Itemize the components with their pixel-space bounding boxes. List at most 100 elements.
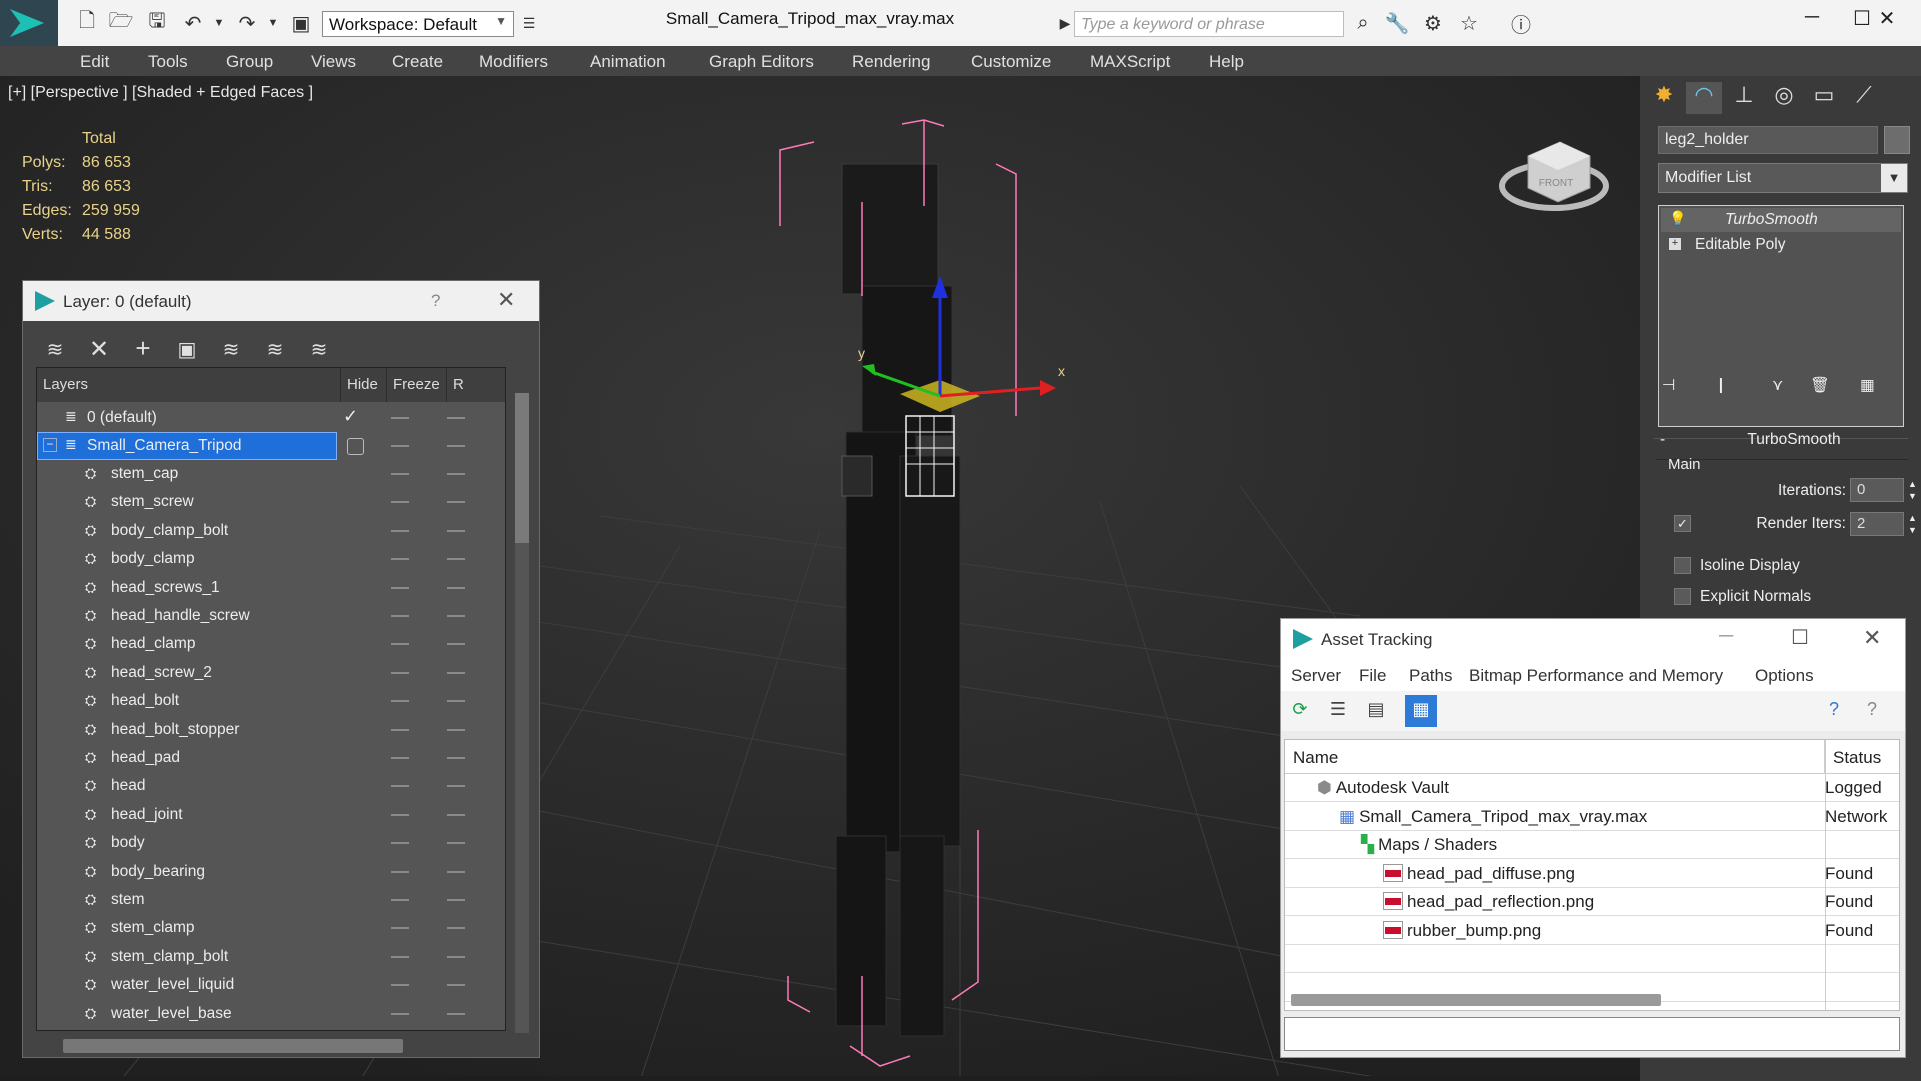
hide-toggle[interactable] xyxy=(391,870,409,873)
layer-object-row[interactable]: ⛭ head xyxy=(37,772,505,800)
redo-dropdown-icon[interactable]: ▼ xyxy=(260,10,286,36)
layer-object-row[interactable]: ⛭ stem xyxy=(37,886,505,914)
menu-maxscript[interactable]: MAXScript xyxy=(1090,52,1170,72)
layer-object-row[interactable]: ⛭ water_level_liquid xyxy=(37,971,505,999)
maximize-button[interactable]: ☐ xyxy=(1791,625,1809,650)
app-menu-button[interactable] xyxy=(0,0,58,46)
rollout-title[interactable]: TurboSmooth xyxy=(1724,431,1864,449)
column-header-name[interactable]: Name xyxy=(1285,740,1825,774)
menu-tools[interactable]: Tools xyxy=(148,52,188,72)
asset-row[interactable]: ▦ Small_Camera_Tripod_max_vray.max Network xyxy=(1285,803,1899,831)
hide-toggle[interactable] xyxy=(391,501,409,504)
hide-toggle[interactable] xyxy=(391,643,409,646)
asset-menu-options[interactable]: Options xyxy=(1755,666,1814,686)
hide-toggle[interactable] xyxy=(391,671,409,674)
render-iters-checkbox[interactable]: ✓ xyxy=(1674,515,1691,532)
freeze-toggle[interactable] xyxy=(447,586,465,589)
search-input[interactable]: Type a keyword or phrase xyxy=(1074,11,1344,37)
freeze-toggle[interactable] xyxy=(447,417,465,419)
layer-object-row[interactable]: ⛭ stem_clamp_bolt xyxy=(37,943,505,971)
menu-help[interactable]: Help xyxy=(1209,52,1244,72)
column-header-status[interactable]: Status xyxy=(1825,740,1899,774)
layer-object-row[interactable]: ⛭ head_bolt xyxy=(37,687,505,715)
spinner-arrows-icon[interactable]: ▲ ▼ xyxy=(1908,478,1917,502)
create-tab-icon[interactable]: ✸ xyxy=(1646,82,1682,114)
menu-group[interactable]: Group xyxy=(226,52,273,72)
freeze-toggle[interactable] xyxy=(447,984,465,987)
subscription-icon[interactable]: ⚙ xyxy=(1420,10,1446,36)
close-button[interactable]: ✕ xyxy=(1862,6,1912,36)
freeze-toggle[interactable] xyxy=(447,501,465,504)
toolbar-overflow-icon[interactable]: ☰ xyxy=(516,10,542,36)
undo-icon[interactable]: ↶ xyxy=(180,10,206,36)
utilities-tab-icon[interactable]: ⟋ xyxy=(1846,82,1882,114)
freeze-toggle[interactable] xyxy=(447,842,465,845)
close-button[interactable]: ✕ xyxy=(1863,625,1881,651)
layer-object-row[interactable]: ⛭ head_pad xyxy=(37,744,505,772)
hide-toggle[interactable] xyxy=(391,473,409,475)
layer-object-row[interactable]: ⛭ body_clamp_bolt xyxy=(37,517,505,545)
collapse-icon[interactable]: − xyxy=(43,438,57,452)
new-file-icon[interactable]: 🗋 xyxy=(74,10,100,36)
menu-rendering[interactable]: Rendering xyxy=(852,52,930,72)
undo-dropdown-icon[interactable]: ▼ xyxy=(206,10,232,36)
current-layer-check-icon[interactable]: ✓ xyxy=(343,406,358,427)
project-folder-icon[interactable]: ▣ xyxy=(288,10,314,36)
object-color-swatch[interactable] xyxy=(1884,126,1910,154)
hide-toggle[interactable] xyxy=(391,984,409,987)
asset-row[interactable]: rubber_bump.png Found xyxy=(1285,917,1899,945)
freeze-toggle[interactable] xyxy=(447,927,465,930)
layer-object-row[interactable]: ⛭ head_handle_screw xyxy=(37,602,505,630)
column-header-layers[interactable]: Layers xyxy=(37,368,341,402)
hide-toggle[interactable] xyxy=(391,813,409,816)
help-icon[interactable]: ? xyxy=(1821,699,1847,725)
pin-stack-icon[interactable]: ⊣ xyxy=(1662,376,1676,395)
asset-menu-file[interactable]: File xyxy=(1359,666,1386,686)
asset-table-hscroll-thumb[interactable] xyxy=(1291,994,1661,1006)
layer-object-row[interactable]: ⛭ head_clamp xyxy=(37,630,505,658)
make-unique-icon[interactable]: ⋎ xyxy=(1772,376,1783,395)
save-icon[interactable]: 🖫 xyxy=(144,10,170,36)
layer-row-default[interactable]: ≣ 0 (default) ✓ xyxy=(37,404,505,432)
tools-icon[interactable]: 🔧 xyxy=(1384,10,1410,36)
help-icon[interactable]: ⓘ xyxy=(1508,10,1534,37)
hide-toggle[interactable] xyxy=(391,927,409,930)
layer-object-row[interactable]: ⛭ stem_clamp xyxy=(37,914,505,942)
thumbnail-view-icon[interactable]: ▤ xyxy=(1363,699,1389,725)
freeze-toggle[interactable] xyxy=(447,700,465,703)
asset-row[interactable]: ▚ Maps / Shaders xyxy=(1285,831,1899,859)
hide-toggle[interactable] xyxy=(391,558,409,561)
column-header-hide[interactable]: Hide xyxy=(341,368,387,402)
render-iters-spinner[interactable]: 2 xyxy=(1850,512,1904,536)
delete-layer-icon[interactable]: ✕ xyxy=(85,335,113,363)
freeze-all-layers-icon[interactable]: ≋ xyxy=(305,337,333,363)
menu-create[interactable]: Create xyxy=(392,52,443,72)
workspace-dropdown[interactable]: Workspace: Default ▼ xyxy=(322,11,514,37)
motion-tab-icon[interactable]: ◎ xyxy=(1766,82,1802,114)
layer-object-row[interactable]: ⛭ head_screws_1 xyxy=(37,574,505,602)
stack-item-turbosmooth[interactable]: 💡 TurboSmooth xyxy=(1661,208,1901,232)
refresh-icon[interactable]: ⟳ xyxy=(1287,699,1313,725)
rollout-collapse[interactable]: - xyxy=(1660,431,1665,449)
freeze-toggle[interactable] xyxy=(447,813,465,816)
menu-animation[interactable]: Animation xyxy=(590,52,666,72)
minimize-button[interactable]: ─ xyxy=(1790,6,1834,36)
layer-object-row[interactable]: ⛭ stem_cap xyxy=(37,460,505,488)
hide-toggle[interactable] xyxy=(391,417,409,419)
layer-object-row[interactable]: ⛭ water_level_base xyxy=(37,1000,505,1028)
modify-tab-icon[interactable]: ◠ xyxy=(1686,82,1722,114)
asset-menu-server[interactable]: Server xyxy=(1291,666,1341,686)
hide-toggle[interactable] xyxy=(391,1012,409,1015)
layer-object-row[interactable]: ⛭ head_joint xyxy=(37,801,505,829)
freeze-toggle[interactable] xyxy=(447,671,465,674)
hide-toggle[interactable] xyxy=(391,529,409,532)
hide-toggle[interactable] xyxy=(391,757,409,759)
hide-toggle[interactable] xyxy=(391,955,409,958)
stack-item-editable-poly[interactable]: + Editable Poly xyxy=(1661,233,1901,257)
binoculars-icon[interactable]: ⌕ xyxy=(1350,10,1376,36)
layer-object-row[interactable]: ⛭ body_bearing xyxy=(37,858,505,886)
list-view-icon[interactable]: ☰ xyxy=(1325,699,1351,725)
freeze-toggle[interactable] xyxy=(447,1012,465,1015)
spinner-arrows-icon[interactable]: ▲ ▼ xyxy=(1908,512,1917,536)
hide-toggle[interactable] xyxy=(391,899,409,901)
